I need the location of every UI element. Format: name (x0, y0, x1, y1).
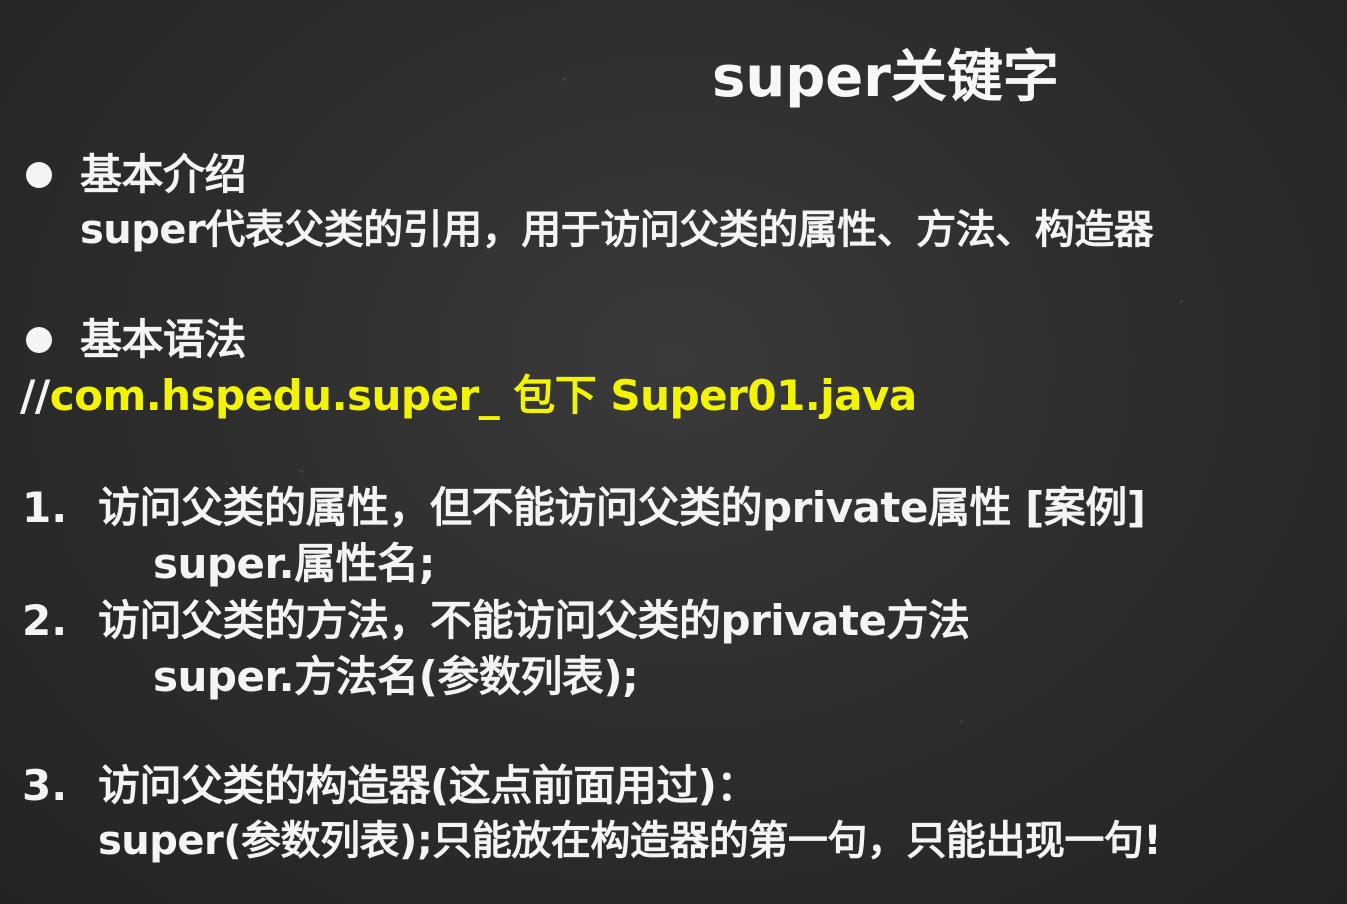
item-text: 访问父类的方法，不能访问父类的private方法 (98, 596, 970, 645)
slide: super关键字 基本介绍 super代表父类的引用，用于访问父类的属性、方法、… (0, 0, 1347, 904)
item-code: super(参数列表);只能放在构造器的第一句，只能出现一句! (98, 818, 1162, 864)
item-number: 2. (22, 596, 68, 645)
item-code: super.方法名(参数列表); (153, 652, 639, 701)
item-number: 3. (22, 761, 68, 810)
package-path-line: //com.hspedu.super_ 包下 Super01.java (20, 368, 917, 424)
item-text: 访问父类的构造器(这点前面用过)： (98, 761, 758, 810)
section-body-intro: super代表父类的引用，用于访问父类的属性、方法、构造器 (80, 207, 1154, 253)
section-heading-syntax: 基本语法 (80, 315, 247, 364)
item-number: 1. (22, 483, 68, 532)
section-heading-intro: 基本介绍 (80, 150, 247, 199)
bullet-icon (26, 327, 52, 353)
chalk-speck (563, 78, 566, 81)
bullet-icon (26, 162, 52, 188)
package-path: com.hspedu.super_ 包下 Super01.java (49, 371, 918, 420)
comment-prefix: // (20, 371, 50, 420)
chalk-speck (300, 470, 303, 473)
item-text: 访问父类的属性，但不能访问父类的private属性 [案例] (98, 483, 1146, 532)
chalk-speck (960, 720, 963, 723)
chalk-speck (1180, 300, 1183, 303)
slide-title: super关键字 (712, 45, 1059, 110)
item-code: super.属性名; (153, 539, 435, 588)
